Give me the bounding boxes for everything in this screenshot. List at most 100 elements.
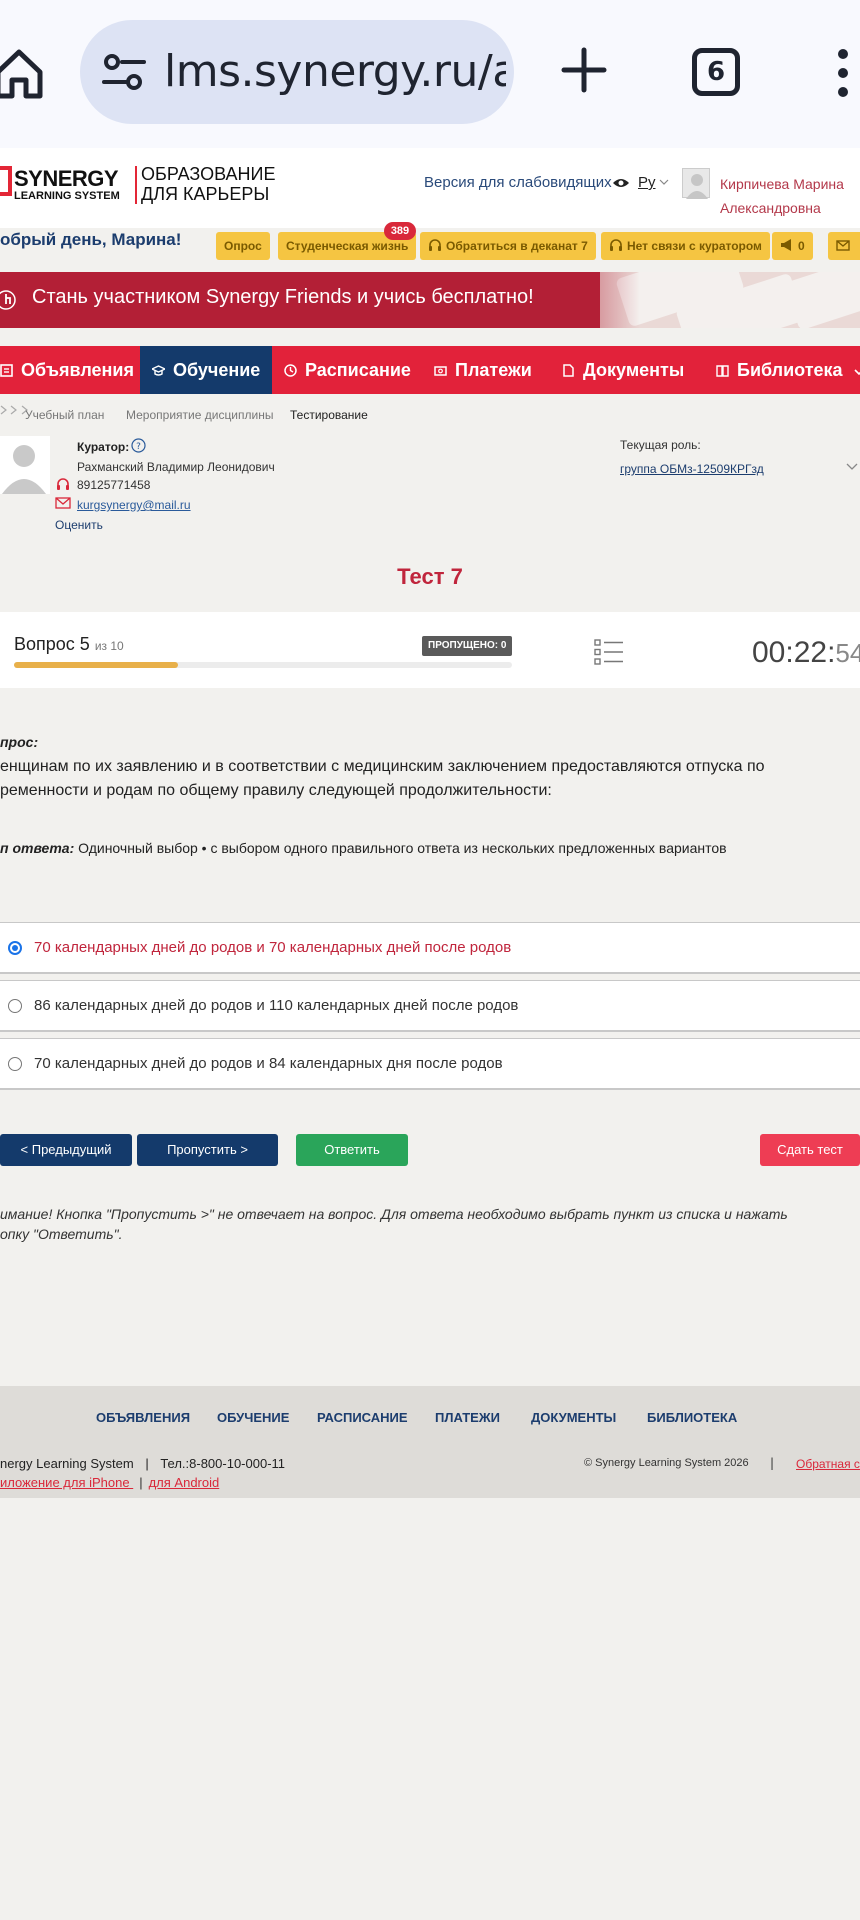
curator-label: Куратор: [77, 440, 130, 454]
help-icon[interactable]: ? [131, 438, 146, 453]
nav-item-schedule[interactable]: Расписание [284, 346, 411, 394]
answer-option-text[interactable]: 86 календарных дней до родов и 110 кален… [34, 997, 518, 1014]
nav-label: Платежи [455, 360, 532, 380]
nav-item-learning[interactable]: Обучение [140, 346, 273, 394]
logo-lms: LEARNING SYSTEM [14, 190, 120, 202]
role-select[interactable]: группа ОБМз-12509КРГзд [620, 462, 764, 476]
question-text-cont: ременности и родам по общему правилу сле… [0, 782, 552, 799]
footer-link-library[interactable]: БИБЛИОТЕКА [647, 1410, 737, 1425]
question-number: Вопрос 5 из 10 [14, 634, 124, 655]
role-label: Текущая роль: [620, 438, 701, 452]
nav-item-documents[interactable]: Документы [562, 346, 684, 394]
rate-curator-link[interactable]: Оценить [55, 518, 103, 532]
skip-warning-note: имание! Кнопка "Пропустить >" не отвечае… [0, 1206, 788, 1222]
svg-text:?: ? [136, 442, 141, 452]
tab-switcher-icon[interactable]: 6 [692, 48, 740, 96]
answer-option[interactable]: 86 календарных дней до родов и 110 кален… [0, 980, 860, 1032]
skip-button[interactable]: Пропустить > [137, 1134, 278, 1166]
no-curator-button[interactable]: Нет связи с куратором [601, 232, 770, 260]
iphone-app-link[interactable]: иложение для iPhone [0, 1475, 133, 1490]
footer-company-info: nergy Learning System | Тел.:8-800-10-00… [0, 1456, 285, 1471]
submit-test-button[interactable]: Сдать тест [760, 1134, 860, 1166]
user-name-cont[interactable]: Александровна [720, 200, 821, 216]
answer-type: п ответа: Одиночный выбор • с выбором од… [0, 840, 727, 856]
footer-divider: | [145, 1456, 149, 1471]
logo-tagline-2: ДЛЯ КАРЬЕРЫ [141, 184, 270, 204]
answer-option-text[interactable]: 70 календарных дней до родов и 70 календ… [34, 939, 511, 956]
previous-button[interactable]: < Предыдущий [0, 1134, 132, 1166]
promo-banner[interactable]: Стань участником Synergy Friends и учись… [0, 272, 860, 328]
breadcrumb-item[interactable]: Учебный план [25, 408, 104, 422]
announcements-counter-button[interactable]: 0 [772, 232, 813, 260]
mail-icon [55, 497, 71, 509]
clock-icon [284, 364, 297, 377]
more-menu-icon[interactable] [836, 48, 850, 98]
eye-icon[interactable] [612, 177, 630, 189]
address-bar[interactable]: lms.synergy.ru/as [80, 20, 514, 124]
answer-button[interactable]: Ответить [296, 1134, 408, 1166]
survey-button[interactable]: Опрос [216, 232, 270, 260]
avatar[interactable] [682, 168, 710, 199]
radio-button[interactable] [8, 941, 22, 955]
site-settings-icon[interactable] [102, 52, 146, 92]
question-list-icon[interactable] [594, 638, 624, 666]
nav-label: Документы [583, 360, 685, 380]
curator-email-link[interactable]: kurgsynergy@mail.ru [77, 498, 191, 512]
nav-item-library[interactable]: Библиотека [716, 346, 860, 394]
footer-link-schedule[interactable]: РАСПИСАНИЕ [317, 1410, 408, 1425]
logo-synergy[interactable]: SYNERGY [14, 166, 119, 192]
answer-option[interactable]: 70 календарных дней до родов и 70 календ… [0, 922, 860, 974]
android-app-link[interactable]: для Android [149, 1475, 220, 1490]
user-silhouette-icon [2, 445, 46, 494]
answer-option[interactable]: 70 календарных дней до родов и 84 календ… [0, 1038, 860, 1090]
breadcrumb-item[interactable]: Мероприятие дисциплины [126, 408, 273, 422]
footer-link-documents[interactable]: ДОКУМЕНТЫ [531, 1410, 616, 1425]
home-icon[interactable] [0, 44, 44, 100]
payments-icon [434, 366, 447, 376]
greeting-text: обрый день, Марина! [0, 230, 182, 249]
nav-item-payments[interactable]: Платежи [434, 346, 532, 394]
footer-company: nergy Learning System [0, 1456, 134, 1471]
megaphone-icon [781, 239, 791, 251]
answer-option-text[interactable]: 70 календарных дней до родов и 84 календ… [34, 1055, 503, 1072]
feedback-link[interactable]: Обратная св [796, 1457, 860, 1471]
headset-icon [610, 239, 622, 251]
logo-divider [135, 166, 137, 204]
timer: 00:22:54 [752, 636, 860, 670]
answer-type-value: Одиночный выбор • с выбором одного прави… [74, 840, 727, 856]
footer-link-payments[interactable]: ПЛАТЕЖИ [435, 1410, 500, 1425]
timer-seconds: 54 [835, 638, 860, 668]
chevron-down-icon[interactable] [659, 178, 669, 186]
graduation-cap-icon [152, 365, 165, 376]
banner-text: Стань участником Synergy Friends и учись… [32, 286, 534, 308]
footer-app-links: иложение для iPhone | для Android [0, 1475, 219, 1490]
banner-fade [520, 272, 640, 328]
breadcrumb: Учебный план Мероприятие дисциплины Тест… [0, 404, 860, 426]
question-status-bar: Вопрос 5 из 10 ПРОПУЩЕНО: 0 00:22:54 [0, 612, 860, 688]
notification-badge: 389 [384, 222, 416, 240]
radio-button[interactable] [8, 1057, 22, 1071]
logo-mark[interactable] [0, 166, 12, 196]
announcements-counter: 0 [798, 239, 805, 253]
url-text[interactable]: lms.synergy.ru/as [164, 44, 506, 100]
radio-button[interactable] [8, 999, 22, 1013]
user-name[interactable]: Кирпичева Марина [720, 176, 844, 192]
curator-avatar [0, 436, 50, 494]
logo-tagline-1: ОБРАЗОВАНИЕ [141, 164, 276, 184]
footer-link-announcements[interactable]: ОБЪЯВЛЕНИЯ [96, 1410, 190, 1425]
headset-icon [57, 478, 69, 490]
accessible-version-link[interactable]: Версия для слабовидящих [424, 174, 612, 191]
messages-button[interactable] [828, 232, 860, 260]
contact-dean-button[interactable]: Обратиться в деканат 7 [420, 232, 596, 260]
test-title: Тест 7 [397, 564, 463, 589]
new-tab-icon[interactable] [560, 46, 608, 94]
footer-link-learning[interactable]: ОБУЧЕНИЕ [217, 1410, 289, 1425]
chevron-down-icon[interactable] [846, 463, 858, 471]
no-curator-label: Нет связи с куратором [627, 239, 762, 253]
question-label: Вопрос 5 [14, 634, 90, 654]
survey-label: Опрос [224, 239, 262, 253]
language-select[interactable]: Ру [638, 174, 656, 191]
progress-fill [14, 662, 179, 668]
question-progress-bar [14, 662, 512, 668]
nav-item-announcements[interactable]: Объявления [0, 346, 134, 394]
